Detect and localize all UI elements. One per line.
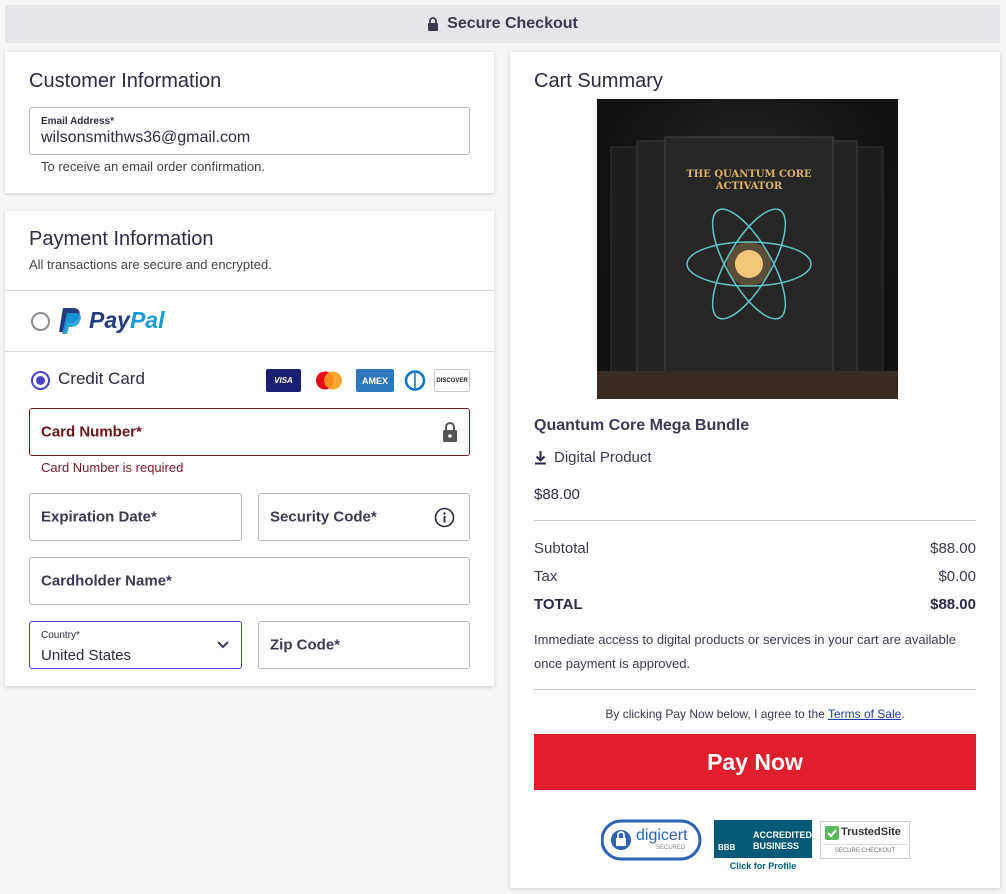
tax-row: Tax $0.00 xyxy=(534,568,976,585)
expiration-date-field[interactable]: Expiration Date* xyxy=(29,493,242,541)
total-value: $88.00 xyxy=(930,596,976,613)
zip-placeholder: Zip Code* xyxy=(270,636,340,654)
bbb-line1: ACCREDITED xyxy=(753,830,813,840)
cart-heading: Cart Summary xyxy=(534,70,663,92)
digicert-badge[interactable]: digicert SECURED xyxy=(600,818,705,862)
customer-heading: Customer Information xyxy=(29,70,222,92)
header-title: Secure Checkout xyxy=(447,15,578,32)
credit-card-radio[interactable] xyxy=(31,371,50,390)
access-notice: Immediate access to digital products or … xyxy=(534,632,956,671)
trustedsite-sub: SECURE CHECKOUT xyxy=(834,848,896,854)
tax-label: Tax xyxy=(534,568,558,585)
subtotal-label: Subtotal xyxy=(534,540,590,557)
expiration-placeholder: Expiration Date* xyxy=(41,508,157,526)
paypal-label-pay: Pay xyxy=(89,306,130,333)
pay-now-button[interactable]: Pay Now xyxy=(534,734,976,790)
product-price: $88.00 xyxy=(534,486,580,503)
checkmark-icon xyxy=(825,826,839,840)
paypal-option[interactable]: PayPal xyxy=(57,306,164,334)
security-code-field[interactable]: Security Code* xyxy=(258,493,470,541)
bbb-logo-icon: BBB xyxy=(718,843,736,852)
cardholder-placeholder: Cardholder Name* xyxy=(41,572,172,590)
payment-heading: Payment Information xyxy=(29,228,214,250)
product-type: Digital Product xyxy=(534,449,652,466)
trustedsite-label: TrustedSite xyxy=(841,826,901,838)
subtotal-row: Subtotal $88.00 xyxy=(534,540,976,557)
credit-card-label[interactable]: Credit Card xyxy=(58,369,145,389)
bbb-badge[interactable]: BBB ACCREDITED BUSINESS Click for Profil… xyxy=(714,820,812,872)
total-label: TOTAL xyxy=(534,596,583,613)
total-row: TOTAL $88.00 xyxy=(534,596,976,613)
payment-subheading: All transactions are secure and encrypte… xyxy=(29,257,272,272)
agree-suffix: . xyxy=(901,707,905,721)
divider xyxy=(5,351,494,352)
subtotal-value: $88.00 xyxy=(930,540,976,557)
card-number-field[interactable]: Card Number* xyxy=(29,408,470,456)
country-label: Country* xyxy=(41,630,80,641)
divider xyxy=(5,290,494,291)
divider xyxy=(534,689,976,690)
trustedsite-badge[interactable]: TrustedSite SECURE CHECKOUT xyxy=(820,821,910,859)
paypal-label-pal: Pal xyxy=(129,306,165,333)
agree-prefix: By clicking Pay Now below, I agree to th… xyxy=(605,707,825,721)
country-select[interactable]: Country* United States xyxy=(29,621,242,669)
country-value: United States xyxy=(41,647,132,664)
diners-icon xyxy=(401,369,428,392)
paypal-radio[interactable] xyxy=(31,312,50,331)
product-image-title: THE QUANTUM CORE ACTIVATOR xyxy=(686,169,812,192)
zip-code-field[interactable]: Zip Code* xyxy=(258,621,470,669)
email-hint: To receive an email order confirmation. xyxy=(41,159,265,174)
mastercard-icon xyxy=(311,369,347,392)
paypal-label: PayPal xyxy=(89,307,164,334)
info-icon[interactable] xyxy=(434,507,455,528)
digicert-sub: SECURED xyxy=(656,845,686,851)
visa-icon: VISA xyxy=(266,369,301,392)
product-name: Quantum Core Mega Bundle xyxy=(534,417,750,434)
email-field[interactable]: Email Address* wilsonsmithws36@gmail.com xyxy=(29,107,470,155)
card-number-placeholder: Card Number* xyxy=(41,423,142,441)
lock-icon xyxy=(428,17,439,31)
card-number-error: Card Number is required xyxy=(41,460,184,475)
bbb-line2: BUSINESS xyxy=(753,841,800,851)
product-image: THE QUANTUM CORE ACTIVATOR xyxy=(597,99,898,399)
paypal-icon xyxy=(59,308,81,334)
security-code-placeholder: Security Code* xyxy=(270,508,377,526)
chevron-down-icon xyxy=(217,641,229,649)
cardholder-name-field[interactable]: Cardholder Name* xyxy=(29,557,470,605)
product-type-label: Digital Product xyxy=(554,449,652,466)
digicert-label: digicert xyxy=(636,827,688,844)
download-icon xyxy=(535,451,546,465)
tax-value: $0.00 xyxy=(938,568,976,585)
email-value: wilsonsmithws36@gmail.com xyxy=(41,129,251,146)
amex-icon: AMEX xyxy=(356,369,394,392)
email-label: Email Address* xyxy=(41,116,114,127)
terms-agreement: By clicking Pay Now below, I agree to th… xyxy=(534,707,976,721)
secure-checkout-header: Secure Checkout xyxy=(5,5,1000,43)
discover-icon: DISCOVER xyxy=(434,369,470,392)
divider xyxy=(534,520,976,521)
bbb-profile-link[interactable]: Click for Profile xyxy=(714,861,812,871)
lock-icon xyxy=(443,422,457,442)
terms-of-sale-link[interactable]: Terms of Sale xyxy=(828,707,901,721)
